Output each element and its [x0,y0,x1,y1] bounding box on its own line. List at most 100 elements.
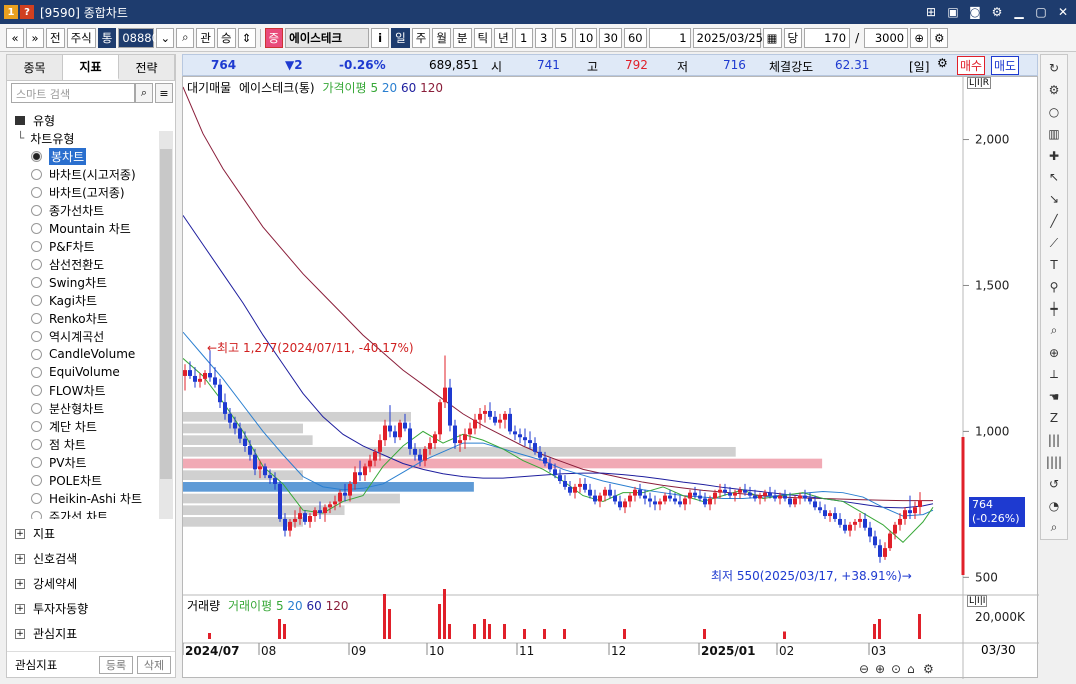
date-input[interactable]: 2025/03/25 [692,27,763,48]
updown-icon[interactable]: ⇕ [237,27,256,48]
total-input[interactable]: 3000 [864,27,909,48]
radio-icon[interactable] [31,510,42,519]
radio-icon[interactable] [31,402,42,414]
today-button[interactable]: 당 [783,27,803,48]
interval-3[interactable]: 3 [534,27,553,48]
radio-icon[interactable] [31,222,42,234]
pointer-alt-icon[interactable]: ↘ [1042,188,1066,210]
interval-10[interactable]: 10 [574,27,598,48]
radio-icon[interactable] [31,438,42,450]
find-icon[interactable]: ⌕ [1042,517,1066,539]
chart-type-item[interactable]: P&F차트 [7,237,175,255]
auto-line-icon[interactable]: ⟋ [1042,232,1066,254]
menu-button[interactable]: » [26,27,44,48]
tree-category[interactable]: 유형 [7,111,175,129]
period-week[interactable]: 주 [411,27,431,48]
chart-type-item[interactable]: PV차트 [7,453,175,471]
search-icon[interactable]: ⌕ [135,83,153,103]
market-select[interactable]: 주식 [66,27,96,48]
radio-icon[interactable] [31,492,42,504]
chart-type-item[interactable]: 바차트(고저종) [7,183,175,201]
radio-icon[interactable] [31,474,42,486]
minimize-icon[interactable]: ▁ [1010,3,1028,21]
tree-scrollbar[interactable] [159,131,173,519]
chart-type-item[interactable]: FLOW차트 [7,381,175,399]
gear-icon[interactable]: ⚙ [1042,79,1066,101]
interval-1[interactable]: 1 [514,27,533,48]
radio-icon[interactable] [31,312,42,324]
prev-button[interactable]: « [6,27,24,48]
chart-type-item[interactable]: 점 차트 [7,435,175,453]
radio-icon[interactable] [31,420,42,432]
camera-icon[interactable]: ◙ [966,3,984,21]
interval-input[interactable]: 1 [648,27,691,48]
magnify-icon[interactable]: ⌕ [1042,320,1066,342]
line-icon[interactable]: ╱ [1042,210,1066,232]
info-button[interactable]: i [371,27,390,48]
close-icon[interactable]: ✕ [1054,3,1072,21]
period-month[interactable]: 월 [432,27,451,48]
chart-type-item[interactable]: Kagi차트 [7,291,175,309]
section-signal-search[interactable]: + 신호검색 [7,546,175,571]
chart-type-item[interactable]: 삼선전환도 [7,255,175,273]
maximize-icon[interactable]: ▢ [1032,3,1050,21]
section-indicator[interactable]: + 지표 [7,521,175,546]
delete-button[interactable]: 삭제 [137,655,171,674]
stock-name-field[interactable]: 에이스테크 [285,27,370,48]
tab-strategy[interactable]: 전략 [119,55,175,80]
search-button[interactable]: ⌕ [176,27,195,48]
tree-subcategory[interactable]: └ 차트유형 [7,129,175,147]
list-icon[interactable]: ≡ [155,83,173,103]
zoom-icon[interactable]: ⊕ [910,27,929,48]
candle-icon[interactable]: ┿ [1042,298,1066,320]
quote-settings-icon[interactable]: ⚙ [937,56,948,70]
radio-icon[interactable] [31,204,42,216]
chart-type-item[interactable]: 종가선차트 [7,201,175,219]
alert-icon[interactable]: ⚲ [1042,276,1066,298]
rise-button[interactable]: 승 [216,27,236,48]
watch-button[interactable]: 관 [196,27,215,48]
section-favorite[interactable]: + 관심지표 [7,621,175,646]
chart-type-item[interactable]: 주가선 차트 [7,507,175,519]
chart-area[interactable]: 2,000 1,500 1,000 500 20,000K 2024/07 08 09 10 11… [182,76,1039,679]
settings-icon[interactable]: ⚙ [988,3,1006,21]
stock-code-input[interactable]: 088800 [118,27,166,48]
radio-icon[interactable] [31,384,42,396]
radio-icon[interactable] [31,258,42,270]
buy-button[interactable]: 매수 [957,56,986,75]
calendar-icon[interactable]: ▦ [762,27,782,48]
interval-60[interactable]: 60 [623,27,647,48]
chart-type-item[interactable]: Mountain 차트 [7,219,175,237]
register-button[interactable]: 등록 [99,655,133,674]
period-year[interactable]: 년 [494,27,513,48]
all-button[interactable]: 전 [46,27,65,48]
undo-icon[interactable]: ↺ [1042,473,1066,495]
zoom-in-icon[interactable]: ⊕ [1042,342,1066,364]
price-chart-svg[interactable]: 2,000 1,500 1,000 500 20,000K 2024/07 08 09 10 11… [183,77,1039,679]
columns-icon[interactable]: |||| [1042,451,1066,473]
refresh-icon[interactable]: ↻ [1042,57,1066,79]
tab-stock[interactable]: 종목 [7,55,63,80]
chart-type-item[interactable]: CandleVolume [7,345,175,363]
price-panel-tag[interactable]: L|I|R [967,77,991,89]
pin-icon[interactable]: ⊞ [922,3,940,21]
save-icon[interactable]: ▣ [944,3,962,21]
radio-icon[interactable] [31,276,42,288]
period-tick[interactable]: 틱 [473,27,493,48]
radio-icon[interactable] [31,168,42,180]
chart-settings-icon[interactable]: ⚙ [930,27,949,48]
cross-icon[interactable]: ✚ [1042,145,1066,167]
scrollbar-thumb[interactable] [160,149,172,479]
radio-icon[interactable] [31,366,42,378]
chart-type-item[interactable]: 분산형차트 [7,399,175,417]
radio-icon[interactable] [31,150,42,162]
zigzag-icon[interactable]: Z [1042,408,1066,430]
chart-type-item[interactable]: POLE차트 [7,471,175,489]
section-investor[interactable]: + 투자자동향 [7,596,175,621]
radio-icon[interactable] [31,294,42,306]
history-icon[interactable]: ◔ [1042,495,1066,517]
chart-type-item[interactable]: Renko차트 [7,309,175,327]
chart-type-item[interactable]: Heikin-Ashi 차트 [7,489,175,507]
pointer-icon[interactable]: ↖ [1042,167,1066,189]
radio-icon[interactable] [31,240,42,252]
